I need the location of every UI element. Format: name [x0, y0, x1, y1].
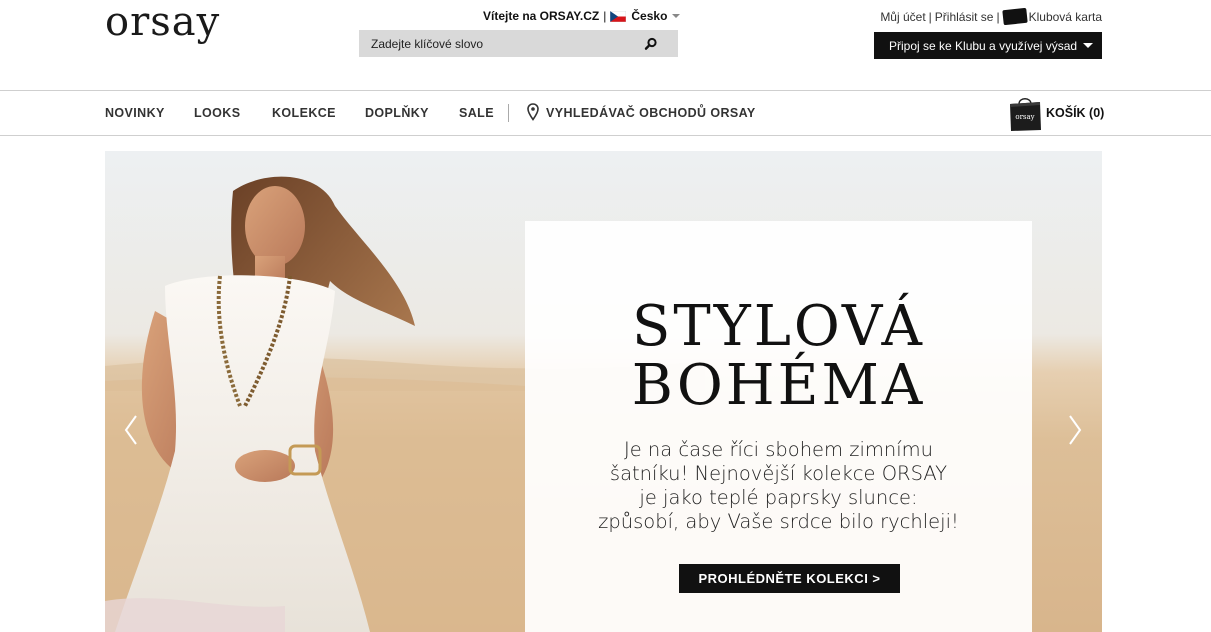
country-label: Česko	[631, 9, 668, 23]
promo-title-line: BOHÉMA	[631, 353, 926, 418]
nav-item-kolekce[interactable]: KOLEKCE	[272, 106, 336, 120]
welcome-separator: |	[603, 9, 607, 23]
club-card-icon	[1001, 7, 1028, 26]
arrow-right-icon[interactable]	[1068, 414, 1082, 446]
cart-label: KOŠÍK (0)	[1046, 106, 1105, 120]
logo-text: orsay	[105, 0, 221, 45]
nav-item-novinky[interactable]: NOVINKY	[105, 106, 165, 120]
hero-banner[interactable]: STYLOVÁ BOHÉMA Je na čase říci sbohem zi…	[105, 151, 1102, 632]
promo-text-line: Je na čase říci sbohem zimnímu	[623, 438, 934, 461]
club-join-button[interactable]: Připoj se ke Klubu a využívej výsad	[874, 32, 1102, 59]
promo-panel: STYLOVÁ BOHÉMA Je na čase říci sbohem zi…	[525, 221, 1032, 632]
search-input[interactable]	[359, 30, 639, 57]
main-navigation: NOVINKY LOOKS KOLEKCE DOPLŇKY SALE VYHLE…	[0, 90, 1211, 136]
welcome-text: Vítejte na ORSAY.CZ	[483, 9, 600, 23]
my-account-link[interactable]: Můj účet	[880, 10, 925, 24]
club-join-label: Připoj se ke Klubu a využívej výsad	[889, 38, 1078, 53]
cart-button[interactable]: orsay KOŠÍK (0)	[1008, 93, 1104, 133]
shopping-bag-icon: orsay	[1010, 98, 1041, 131]
promo-description: Je na čase říci sbohem zimnímu šatníku! …	[525, 438, 1032, 534]
promo-text-line: způsobí, aby Vaše srdce bilo rychleji!	[598, 510, 959, 533]
club-card-link[interactable]: Klubová karta	[1029, 10, 1102, 24]
account-separator: |	[928, 9, 932, 24]
country-selector[interactable]: Česko	[631, 9, 681, 23]
search-icon[interactable]	[644, 37, 658, 51]
nav-divider	[508, 104, 509, 122]
store-finder-link[interactable]: VYHLEDÁVAČ OBCHODŮ ORSAY	[546, 106, 756, 120]
bag-logo-text: orsay	[1015, 113, 1034, 121]
nav-item-sale[interactable]: SALE	[459, 106, 494, 120]
nav-item-looks[interactable]: LOOKS	[194, 106, 240, 120]
orsay-logo[interactable]: orsay	[105, 2, 267, 44]
chevron-down-icon	[672, 14, 681, 18]
view-collection-button[interactable]: PROHLÉDNĚTE KOLEKCI >	[679, 564, 900, 593]
nav-item-doplnky[interactable]: DOPLŇKY	[365, 106, 429, 120]
login-link[interactable]: Přihlásit se	[935, 10, 994, 24]
promo-title-line: STYLOVÁ	[632, 294, 925, 359]
account-links: Můj účet | Přihlásit se | Klubová karta	[880, 7, 1102, 26]
account-separator: |	[996, 9, 1000, 24]
search-bar	[359, 30, 678, 57]
promo-text-line: šatníku! Nejnovější kolekce ORSAY	[609, 462, 948, 485]
promo-title: STYLOVÁ BOHÉMA	[525, 297, 1032, 415]
welcome-bar: Vítejte na ORSAY.CZ | Česko	[483, 9, 681, 23]
arrow-left-icon[interactable]	[124, 414, 138, 446]
chevron-down-icon	[1083, 43, 1093, 48]
promo-text-line: je jako teplé paprsky slunce:	[639, 486, 918, 509]
location-pin-icon	[527, 103, 539, 121]
czech-flag-icon	[610, 10, 627, 22]
